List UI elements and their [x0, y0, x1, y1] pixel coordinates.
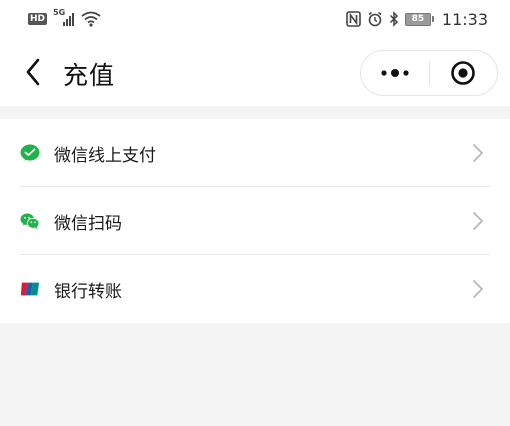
payment-method-wechat-online[interactable]: 微信线上支付 — [0, 119, 510, 187]
chevron-left-icon — [26, 58, 40, 86]
wifi-icon — [81, 11, 101, 27]
close-mini-program-button[interactable] — [430, 51, 498, 95]
status-left: HD 5G — [28, 8, 101, 27]
more-button[interactable] — [361, 51, 429, 95]
battery-indicator: 85 — [404, 12, 434, 26]
hd-badge: HD — [28, 13, 48, 25]
more-dots-icon — [381, 69, 409, 77]
page-header: 充值 — [0, 38, 510, 106]
wechat-icon — [20, 211, 40, 231]
status-right: 85 11:33 — [346, 10, 488, 29]
signal-bars-icon — [63, 13, 75, 26]
signal-indicator: 5G — [53, 8, 75, 27]
chevron-right-icon — [473, 280, 483, 298]
payment-method-label: 银行转账 — [54, 281, 122, 302]
status-bar: HD 5G 85 11:33 — [0, 0, 510, 38]
chevron-right-icon — [473, 144, 483, 162]
bluetooth-icon — [389, 11, 398, 27]
alarm-icon — [368, 11, 382, 27]
payment-method-label: 微信线上支付 — [54, 145, 156, 166]
battery-tip — [431, 16, 434, 22]
page-title: 充值 — [63, 61, 116, 90]
payment-method-bank-transfer[interactable]: 银行转账 — [0, 255, 510, 323]
target-circle-icon — [451, 61, 476, 85]
back-button[interactable] — [16, 55, 50, 89]
nfc-icon — [346, 11, 361, 27]
status-time: 11:33 — [441, 9, 488, 29]
payment-method-list: 微信线上支付 微信扫码 银行转账 — [0, 119, 510, 323]
payment-method-label: 微信扫码 — [54, 213, 122, 234]
mini-program-capsule — [360, 50, 498, 96]
battery-level: 85 — [404, 12, 431, 26]
wechat-pay-icon — [20, 143, 40, 163]
unionpay-icon — [20, 279, 40, 299]
chevron-right-icon — [473, 212, 483, 230]
payment-method-wechat-scan[interactable]: 微信扫码 — [0, 187, 510, 255]
